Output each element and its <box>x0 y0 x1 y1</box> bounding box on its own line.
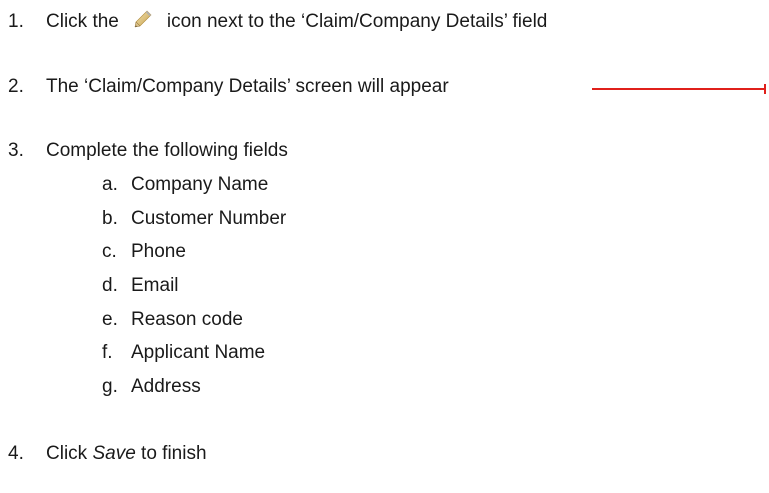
field-letter: f. <box>102 342 113 363</box>
field-list-item: g. Address <box>102 375 201 399</box>
step-number: 2. <box>8 76 24 97</box>
save-action-label: Save <box>92 443 136 464</box>
field-letter: g. <box>102 376 118 397</box>
field-label: Address <box>131 376 201 397</box>
step-number: 3. <box>8 140 24 161</box>
field-list-item: d. Email <box>102 274 179 298</box>
field-letter: c. <box>102 241 117 262</box>
field-label: Reason code <box>131 309 243 330</box>
step-4: 4. Click Save to finish <box>8 442 207 466</box>
field-label: Company Name <box>131 174 269 195</box>
field-label: Applicant Name <box>131 342 266 363</box>
step-1: 1. Click the icon next to the ‘Claim/Comp… <box>8 9 547 34</box>
step-3: 3. Complete the following fields <box>8 139 288 163</box>
step-2: 2. The ‘Claim/Company Details’ screen wil… <box>8 75 449 99</box>
field-letter: b. <box>102 208 118 229</box>
pencil-icon <box>133 9 153 29</box>
field-list-item: a. Company Name <box>102 173 268 197</box>
field-label: Phone <box>131 241 186 262</box>
field-list-item: f. Applicant Name <box>102 341 265 365</box>
step-4-text-after: to finish <box>141 443 207 464</box>
field-label: Customer Number <box>131 208 287 229</box>
field-list-item: b. Customer Number <box>102 207 286 231</box>
step-1-text-after: icon next to the ‘Claim/Company Details’… <box>166 11 548 32</box>
step-4-text-before: Click <box>46 443 88 464</box>
field-letter: e. <box>102 309 118 330</box>
step-number: 4. <box>8 443 24 464</box>
field-label: Email <box>131 275 179 296</box>
field-list-item: e. Reason code <box>102 308 243 332</box>
field-letter: a. <box>102 174 118 195</box>
step-2-text: The ‘Claim/Company Details’ screen will … <box>46 76 449 97</box>
red-arrow-icon <box>592 84 766 94</box>
field-list-item: c. Phone <box>102 240 186 264</box>
step-number: 1. <box>8 11 24 32</box>
step-3-text: Complete the following fields <box>46 140 288 161</box>
step-1-text-before: Click the <box>46 11 119 32</box>
field-letter: d. <box>102 275 118 296</box>
